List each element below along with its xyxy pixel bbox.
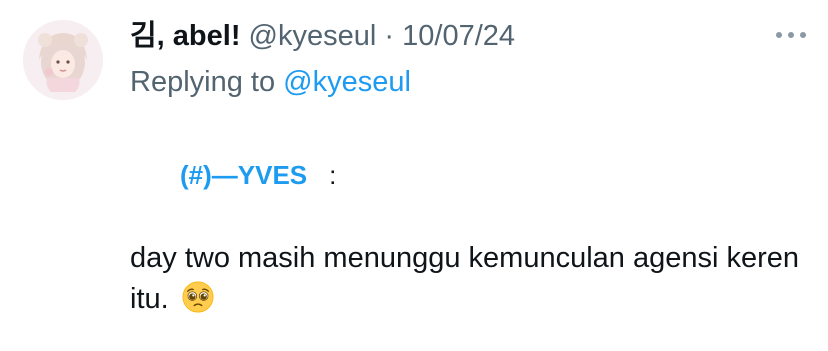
user-handle[interactable]: @kyeseul	[249, 20, 377, 52]
tweet-body: day two masih menunggu kemunculan agensi…	[130, 238, 820, 320]
tweet[interactable]: 김, abel! @kyeseul · 10/07/24 Replying to…	[0, 0, 828, 351]
quoted-handle-link[interactable]: (#)—YVES	[180, 160, 307, 190]
tweet-date[interactable]: 10/07/24	[402, 20, 515, 52]
avatar-image	[23, 20, 103, 100]
quoted-mention: (#)—YVES:	[180, 157, 336, 193]
display-name[interactable]: 김, abel!	[130, 20, 240, 52]
tweet-header: 김, abel! @kyeseul · 10/07/24	[130, 18, 515, 54]
replying-to-label: Replying to	[130, 66, 276, 98]
separator-dot: ·	[384, 20, 395, 52]
quoted-colon: :	[329, 160, 337, 190]
replying-to-line: Replying to @kyeseul	[130, 64, 411, 100]
avatar[interactable]	[23, 20, 103, 100]
more-horizontal-icon[interactable]	[776, 28, 806, 42]
tweet-body-text: day two masih menunggu kemunculan agensi…	[130, 242, 800, 315]
pleading-face-emoji-icon	[182, 281, 214, 313]
replying-to-handle-link[interactable]: @kyeseul	[283, 66, 411, 98]
